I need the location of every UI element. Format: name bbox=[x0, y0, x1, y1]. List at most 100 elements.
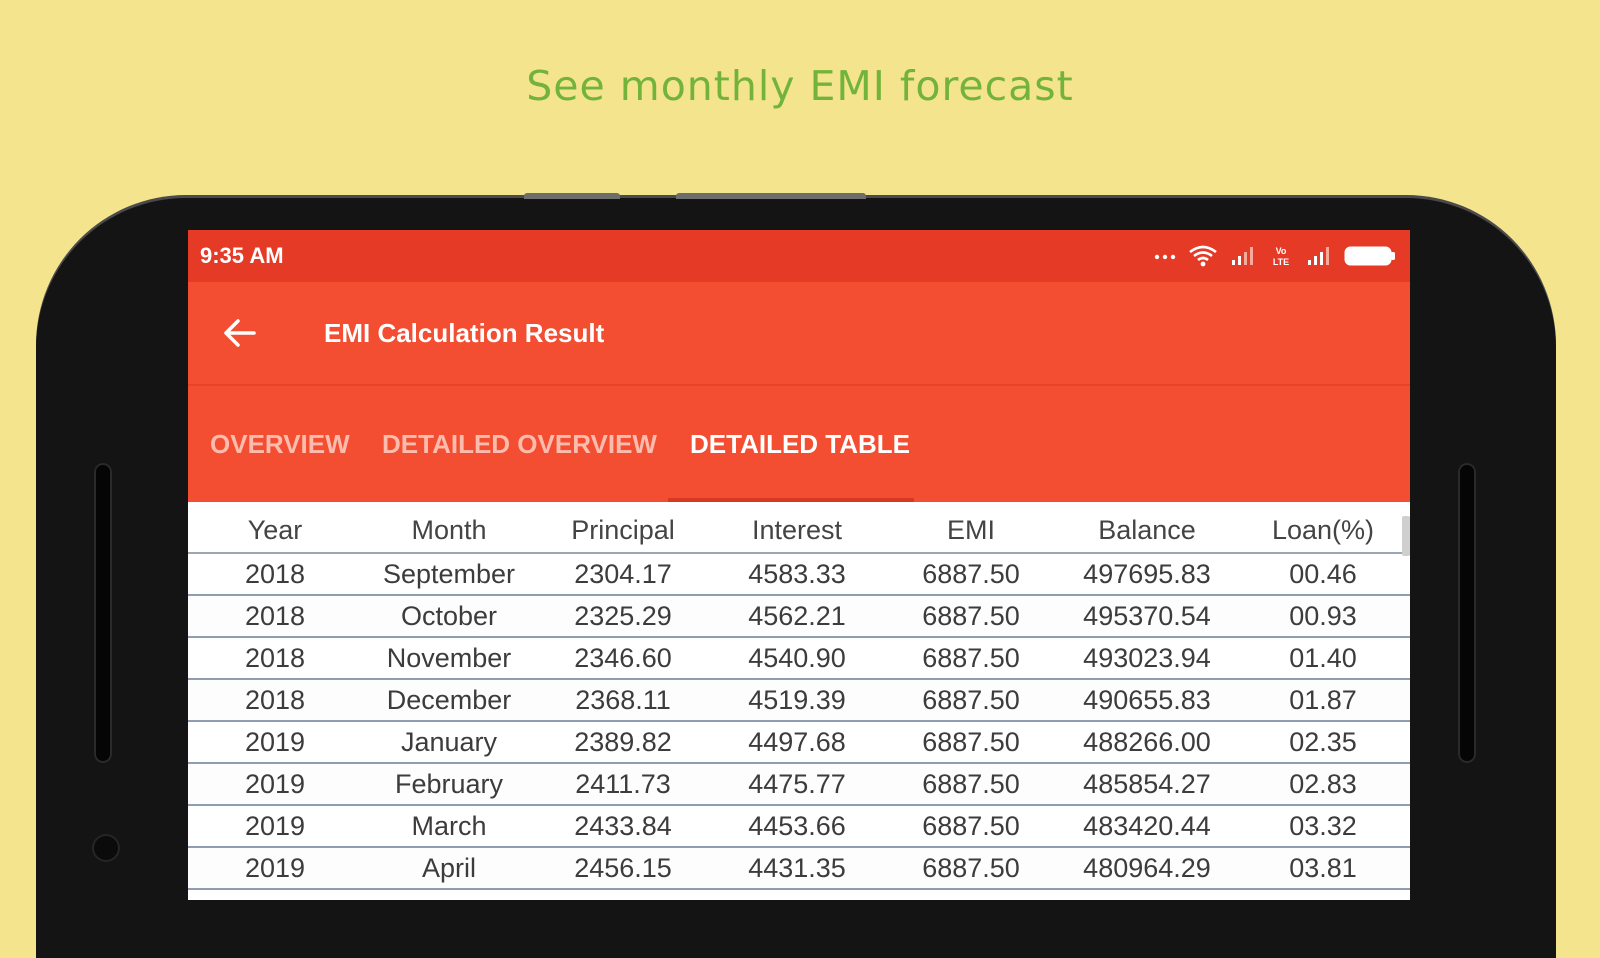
cell-month: April bbox=[362, 847, 536, 890]
column-header-month[interactable]: Month bbox=[362, 508, 536, 554]
table-row[interactable]: 2018 October 2325.29 4562.21 6887.50 495… bbox=[188, 595, 1410, 638]
column-header-principal[interactable]: Principal bbox=[536, 508, 710, 554]
more-dots-icon bbox=[1154, 251, 1176, 261]
cell-balance: 480964.29 bbox=[1058, 847, 1236, 890]
svg-text:Vo: Vo bbox=[1276, 246, 1287, 256]
table-header-row: Year Month Principal Interest EMI Balanc… bbox=[188, 508, 1410, 554]
cell-month: September bbox=[362, 553, 536, 596]
page-title: EMI Calculation Result bbox=[324, 317, 605, 348]
cell-year: 2019 bbox=[188, 763, 362, 806]
tab-detailed-table[interactable]: DETAILED TABLE bbox=[690, 386, 910, 502]
cell-principal: 2325.29 bbox=[536, 595, 710, 638]
tab-bar: OVERVIEW DETAILED OVERVIEW DETAILED TABL… bbox=[188, 386, 1410, 502]
phone-screen: 9:35 AM Vo LTE EMI Calculation Result OV… bbox=[188, 230, 1410, 900]
status-icons: Vo LTE bbox=[1154, 244, 1396, 268]
cell-interest: 4540.90 bbox=[710, 637, 884, 680]
svg-text:LTE: LTE bbox=[1273, 257, 1289, 267]
cell-interest: 4519.39 bbox=[710, 679, 884, 722]
scrollbar[interactable] bbox=[1402, 516, 1410, 556]
cell-emi: 6887.50 bbox=[884, 721, 1058, 764]
volte-icon: Vo LTE bbox=[1268, 244, 1294, 268]
cell-balance: 497695.83 bbox=[1058, 553, 1236, 596]
cell-year: 2018 bbox=[188, 679, 362, 722]
cell-principal: 2433.84 bbox=[536, 805, 710, 848]
cell-interest: 4583.33 bbox=[710, 553, 884, 596]
emi-table: Year Month Principal Interest EMI Balanc… bbox=[188, 508, 1410, 890]
promo-caption: See monthly EMI forecast bbox=[526, 62, 1074, 110]
cell-month: February bbox=[362, 763, 536, 806]
table-row[interactable]: 2019 January 2389.82 4497.68 6887.50 488… bbox=[188, 721, 1410, 764]
cell-month: November bbox=[362, 637, 536, 680]
table-row[interactable]: 2018 November 2346.60 4540.90 6887.50 49… bbox=[188, 637, 1410, 680]
cell-loan-percent: 03.81 bbox=[1236, 847, 1410, 890]
tab-detailed-overview[interactable]: DETAILED OVERVIEW bbox=[382, 386, 657, 502]
cell-principal: 2346.60 bbox=[536, 637, 710, 680]
cell-month: October bbox=[362, 595, 536, 638]
cell-interest: 4497.68 bbox=[710, 721, 884, 764]
cell-year: 2018 bbox=[188, 637, 362, 680]
cell-emi: 6887.50 bbox=[884, 679, 1058, 722]
volume-button bbox=[524, 193, 620, 199]
table-row[interactable]: 2019 February 2411.73 4475.77 6887.50 48… bbox=[188, 763, 1410, 806]
column-header-balance[interactable]: Balance bbox=[1058, 508, 1236, 554]
cell-year: 2019 bbox=[188, 847, 362, 890]
cell-loan-percent: 00.93 bbox=[1236, 595, 1410, 638]
cell-principal: 2411.73 bbox=[536, 763, 710, 806]
cell-loan-percent: 02.83 bbox=[1236, 763, 1410, 806]
cell-month: January bbox=[362, 721, 536, 764]
tab-overview[interactable]: OVERVIEW bbox=[210, 386, 350, 502]
cell-balance: 485854.27 bbox=[1058, 763, 1236, 806]
cell-balance: 488266.00 bbox=[1058, 721, 1236, 764]
app-bar: EMI Calculation Result bbox=[188, 282, 1410, 386]
cell-principal: 2368.11 bbox=[536, 679, 710, 722]
cell-principal: 2456.15 bbox=[536, 847, 710, 890]
column-header-year[interactable]: Year bbox=[188, 508, 362, 554]
column-header-loan-percent[interactable]: Loan(%) bbox=[1236, 508, 1410, 554]
power-button bbox=[676, 193, 866, 199]
cell-emi: 6887.50 bbox=[884, 805, 1058, 848]
cell-balance: 495370.54 bbox=[1058, 595, 1236, 638]
cell-loan-percent: 01.87 bbox=[1236, 679, 1410, 722]
cell-interest: 4562.21 bbox=[710, 595, 884, 638]
cell-principal: 2304.17 bbox=[536, 553, 710, 596]
cell-emi: 6887.50 bbox=[884, 763, 1058, 806]
cell-emi: 6887.50 bbox=[884, 847, 1058, 890]
status-bar: 9:35 AM Vo LTE bbox=[188, 230, 1410, 282]
signal-icon bbox=[1306, 245, 1332, 267]
cell-loan-percent: 00.46 bbox=[1236, 553, 1410, 596]
cell-month: December bbox=[362, 679, 536, 722]
cell-emi: 6887.50 bbox=[884, 553, 1058, 596]
cell-interest: 4431.35 bbox=[710, 847, 884, 890]
cell-emi: 6887.50 bbox=[884, 595, 1058, 638]
cell-balance: 493023.94 bbox=[1058, 637, 1236, 680]
arrow-left-icon bbox=[224, 319, 256, 347]
cell-interest: 4475.77 bbox=[710, 763, 884, 806]
cell-year: 2019 bbox=[188, 721, 362, 764]
cell-balance: 483420.44 bbox=[1058, 805, 1236, 848]
emi-table-container[interactable]: Year Month Principal Interest EMI Balanc… bbox=[188, 502, 1410, 890]
cell-year: 2019 bbox=[188, 805, 362, 848]
tab-label: DETAILED TABLE bbox=[690, 428, 911, 459]
cell-year: 2018 bbox=[188, 553, 362, 596]
cell-balance: 490655.83 bbox=[1058, 679, 1236, 722]
tab-label: DETAILED OVERVIEW bbox=[382, 428, 657, 459]
cell-emi: 6887.50 bbox=[884, 637, 1058, 680]
camera-icon bbox=[92, 834, 120, 862]
cell-loan-percent: 02.35 bbox=[1236, 721, 1410, 764]
cell-loan-percent: 01.40 bbox=[1236, 637, 1410, 680]
tab-label: OVERVIEW bbox=[210, 428, 350, 459]
status-time: 9:35 AM bbox=[200, 243, 284, 268]
signal-icon bbox=[1230, 245, 1256, 267]
table-row[interactable]: 2019 March 2433.84 4453.66 6887.50 48342… bbox=[188, 805, 1410, 848]
table-row[interactable]: 2019 April 2456.15 4431.35 6887.50 48096… bbox=[188, 847, 1410, 890]
column-header-emi[interactable]: EMI bbox=[884, 508, 1058, 554]
cell-principal: 2389.82 bbox=[536, 721, 710, 764]
table-row[interactable]: 2018 December 2368.11 4519.39 6887.50 49… bbox=[188, 679, 1410, 722]
column-header-interest[interactable]: Interest bbox=[710, 508, 884, 554]
back-button[interactable] bbox=[210, 303, 270, 363]
battery-icon bbox=[1344, 245, 1396, 267]
table-row[interactable]: 2018 September 2304.17 4583.33 6887.50 4… bbox=[188, 553, 1410, 596]
wifi-icon bbox=[1188, 244, 1218, 268]
cell-year: 2018 bbox=[188, 595, 362, 638]
cell-interest: 4453.66 bbox=[710, 805, 884, 848]
